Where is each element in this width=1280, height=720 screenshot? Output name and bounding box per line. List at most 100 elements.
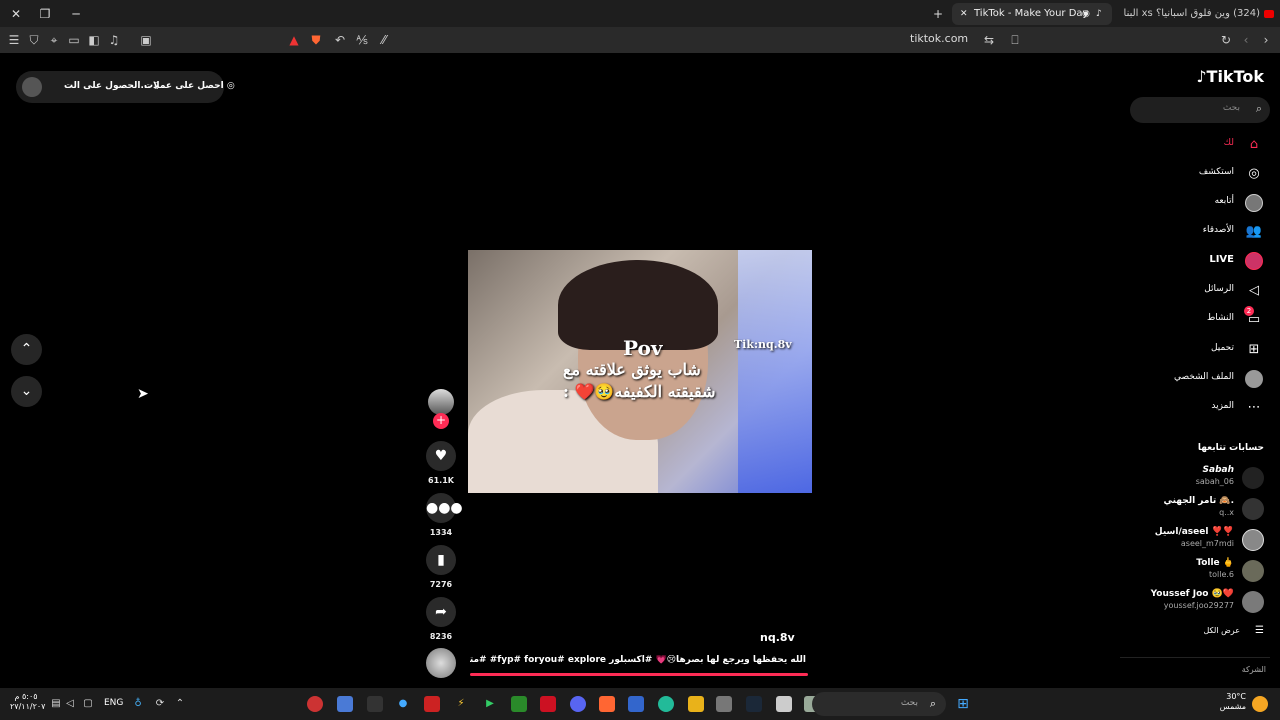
creator-avatar[interactable] — [428, 389, 454, 415]
home-icon: ⌂ — [1249, 137, 1259, 152]
sidebar-item-upload[interactable]: ⊞ تحميل — [1124, 340, 1264, 360]
get-coins-button[interactable]: احصل على عملات ◎ — [144, 81, 235, 91]
following-avatar-icon — [1244, 193, 1264, 213]
sidebar-item-profile[interactable]: الملف الشخصي — [1124, 369, 1264, 389]
restore-window-icon[interactable]: ❐ — [37, 6, 53, 22]
video-overlay-title: Pov — [623, 336, 663, 360]
forward-icon[interactable]: › — [1258, 32, 1274, 48]
clock-time: ٥:٠٥ م — [14, 692, 38, 701]
video-progress-bar[interactable] — [470, 673, 808, 676]
clock[interactable]: ٥:٠٥ م ٢٧/١١/٢٠٧ — [10, 692, 45, 712]
search-icon[interactable]: ⌕ — [1256, 102, 1262, 116]
sync-icon[interactable]: ⟳ — [152, 696, 168, 712]
video-watermark: Tik:nq.8v — [734, 338, 792, 351]
like-count: 61.1K — [428, 476, 454, 485]
tab-youtube[interactable]: (324) وين فلوق اسبانيا؟ xs البنايات - e — [1120, 3, 1278, 25]
reload-icon[interactable]: ↻ — [1218, 32, 1234, 48]
brave-shield-icon[interactable]: ⛊ — [308, 32, 324, 48]
play-app-icon[interactable]: ▶ — [482, 696, 498, 712]
list-icon: ☰ — [1255, 625, 1264, 636]
get-app-label: الحصول على الت... — [64, 81, 151, 91]
translate-icon[interactable]: ⅍ — [354, 32, 370, 48]
app-icon[interactable] — [716, 696, 732, 712]
store-icon[interactable] — [628, 696, 644, 712]
see-all-button[interactable]: ☰ عرض الكل — [1164, 625, 1264, 639]
divider — [1120, 657, 1270, 658]
sidebar-icon[interactable]: ◧ — [86, 32, 102, 48]
sun-icon — [1252, 696, 1268, 712]
music-icon[interactable]: ♫ — [106, 32, 122, 48]
steam-icon[interactable] — [746, 696, 762, 712]
close-window-icon[interactable]: ✕ — [8, 6, 24, 22]
like-button[interactable]: ♥ — [426, 441, 456, 471]
save-button[interactable]: ▮ — [426, 545, 456, 575]
back-arrow-icon[interactable]: ↶ — [332, 32, 348, 48]
xbox-icon[interactable] — [511, 696, 527, 712]
tab-title: TikTok - Make Your Day — [974, 8, 1089, 19]
reader-icon[interactable]: ⁄⁄ — [376, 32, 392, 48]
brave-rewards-icon[interactable]: ▲ — [286, 32, 302, 48]
sidebar-item-friends[interactable]: 👥 الأصدقاء — [1124, 222, 1264, 242]
company-link[interactable]: الشركة — [1242, 665, 1266, 674]
taskbar-search[interactable]: بحث ⌕ — [812, 692, 946, 716]
get-coins-label: احصل على عملات — [144, 81, 224, 91]
network-icon[interactable]: ▢ — [80, 696, 96, 712]
edge-icon[interactable] — [658, 696, 674, 712]
following-account[interactable]: Sabah sabah_06 — [1114, 465, 1264, 491]
sidebar-item-more[interactable]: ⋯ المزيد — [1124, 398, 1264, 418]
activity-badge: 2 — [1244, 306, 1254, 316]
netflix-icon[interactable] — [424, 696, 440, 712]
comment-button[interactable]: ●●● — [426, 493, 463, 523]
menu-icon[interactable]: ☰ — [6, 32, 22, 48]
site-settings-icon[interactable]: ⇆ — [981, 32, 997, 48]
follow-plus-button[interactable]: + — [433, 413, 449, 429]
sidebar-item-following[interactable]: أتابعه — [1124, 193, 1264, 213]
bookmark-icon[interactable]: ⎕ — [1007, 32, 1023, 48]
bolt-app-icon[interactable]: ⚡ — [453, 696, 469, 712]
language-indicator[interactable]: ENG — [104, 698, 123, 708]
app-icon[interactable] — [307, 696, 323, 712]
sound-disc-icon[interactable] — [426, 648, 456, 678]
sidebar-item-activity[interactable]: ▭ 2 النشاط — [1124, 306, 1264, 330]
sidebar-item-messages[interactable]: ◁ الرسائل — [1124, 281, 1264, 301]
sidebar-item-foryou[interactable]: ⌂ لك — [1124, 135, 1264, 155]
video-author[interactable]: nq.8v — [760, 631, 795, 644]
weather-widget[interactable]: 30°C مشمس — [1218, 692, 1246, 712]
volume-icon[interactable]: ◁ — [62, 696, 78, 712]
window-app-icon[interactable] — [776, 696, 792, 712]
tab-audio-icon[interactable]: ◉ — [1082, 3, 1090, 25]
sidebar-item-live[interactable]: LIVE — [1124, 251, 1264, 271]
app-icon[interactable] — [367, 696, 383, 712]
new-tab-icon[interactable]: + — [930, 6, 946, 22]
tiktok-logo[interactable]: ♪TikTok — [1196, 67, 1264, 86]
water-drop-icon[interactable]: ● — [395, 696, 411, 712]
following-account[interactable]: اسيل/aseel ❣️❣️ aseel_m7mdi — [1114, 527, 1264, 553]
back-icon[interactable]: ‹ — [1238, 32, 1254, 48]
following-account[interactable]: Tolle 🖕 tolle.6 — [1114, 558, 1264, 584]
next-video-button[interactable]: ⌄ — [11, 376, 42, 407]
search-bar[interactable]: بحث ⌕ — [1130, 97, 1270, 123]
share-button[interactable]: ➦ — [426, 597, 456, 627]
window-icon[interactable]: ▣ — [138, 32, 154, 48]
chevron-up-icon[interactable]: ⌃ — [172, 696, 188, 712]
user-avatar[interactable] — [22, 77, 42, 97]
url-text[interactable]: tiktok.com — [910, 32, 968, 45]
adobe-icon[interactable] — [540, 696, 556, 712]
tab-close-icon[interactable]: ✕ — [960, 3, 968, 25]
microphone-icon[interactable]: ♁ — [130, 696, 146, 712]
minimize-window-icon[interactable]: ─ — [68, 6, 84, 22]
sidebar-item-explore[interactable]: ◎ استكشف — [1124, 164, 1264, 184]
folder-icon[interactable] — [688, 696, 704, 712]
previous-video-button[interactable]: ⌃ — [11, 334, 42, 365]
video-player[interactable]: Pov Tik:nq.8v شاب يوثق علاقته مع شقيقته … — [468, 250, 812, 493]
pin-icon[interactable]: ⌖ — [46, 32, 62, 48]
brave-icon[interactable] — [599, 696, 615, 712]
shield-app-icon[interactable] — [337, 696, 353, 712]
tabs-icon[interactable]: ▭ — [66, 32, 82, 48]
shield-icon[interactable]: ⛉ — [26, 32, 42, 48]
windows-start-icon[interactable]: ⊞ — [955, 696, 971, 712]
following-account[interactable]: Youssef Joo 🥹❤️ youssef.joo29277 — [1114, 589, 1264, 615]
discord-icon[interactable] — [570, 696, 586, 712]
following-account[interactable]: تامر الجهني 🙈. q..x — [1114, 496, 1264, 522]
tab-tiktok[interactable]: ✕ TikTok - Make Your Day ◉ ♪ — [952, 3, 1112, 25]
